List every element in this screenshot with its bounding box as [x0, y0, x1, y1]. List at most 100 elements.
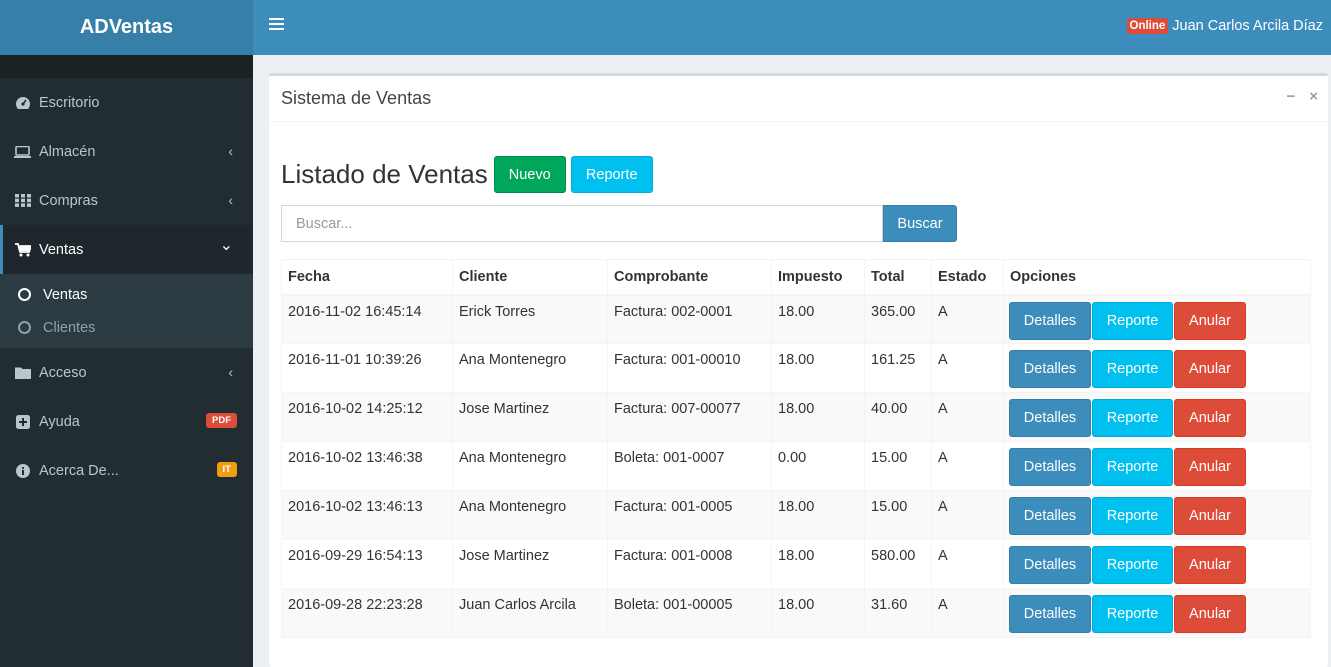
sidebar-item-label: Ayuda	[39, 413, 80, 430]
cell-cliente: Jose Martinez	[452, 539, 608, 589]
search-button[interactable]: Buscar	[883, 205, 957, 242]
submenu-item-label: Ventas	[43, 286, 88, 303]
minimize-icon[interactable]: −	[1286, 88, 1295, 105]
column-header[interactable]: Total	[864, 259, 932, 296]
submenu-item-ventas[interactable]: Ventas	[0, 278, 253, 311]
table-body: 2016-11-02 16:45:14 Erick Torres Factura: …	[281, 294, 1311, 638]
submenu-item-label: Clientes	[43, 319, 96, 336]
details-button[interactable]: Detalles	[1009, 448, 1091, 486]
search-form: Buscar	[281, 205, 957, 242]
column-header[interactable]: Cliente	[452, 259, 608, 296]
cancel-button[interactable]: Anular	[1174, 399, 1246, 437]
details-button[interactable]: Detalles	[1009, 546, 1091, 584]
cell-fecha: 2016-10-02 14:25:12	[281, 392, 453, 442]
ventas-submenu: Ventas Clientes	[0, 274, 253, 348]
details-button[interactable]: Detalles	[1009, 350, 1091, 388]
brand-logo[interactable]: ADVentas	[0, 0, 253, 55]
cell-comprobante: Factura: 007-00077	[607, 392, 772, 442]
column-header[interactable]: Estado	[931, 259, 1004, 296]
sidebar-item-acerca-de[interactable]: Acerca De... IT	[0, 446, 253, 495]
sidebar-item-label: Acceso	[39, 364, 87, 381]
cell-comprobante: Factura: 001-0008	[607, 539, 772, 589]
cell-total: 31.60	[864, 588, 932, 638]
cell-total: 15.00	[864, 441, 932, 491]
table-row: 2016-09-29 16:54:13 Jose Martinez Factura:…	[281, 539, 1311, 589]
cell-fecha: 2016-10-02 13:46:38	[281, 441, 453, 491]
grid-icon	[14, 194, 31, 208]
plus-square-icon	[14, 414, 31, 429]
cell-impuesto: 18.00	[771, 343, 865, 393]
cancel-button[interactable]: Anular	[1174, 350, 1246, 388]
sidebar-item-label: Almacén	[39, 143, 96, 160]
search-input[interactable]	[281, 205, 883, 242]
sidebar-item-escritorio[interactable]: Escritorio	[0, 78, 253, 127]
column-header[interactable]: Comprobante	[607, 259, 772, 296]
user-name: Juan Carlos Arcila Díaz	[1172, 18, 1323, 34]
column-header[interactable]: Impuesto	[771, 259, 865, 296]
cell-total: 365.00	[864, 294, 932, 344]
cell-comprobante: Boleta: 001-00005	[607, 588, 772, 638]
circle-icon	[18, 321, 31, 334]
cell-opciones: Detalles Reporte Anular	[1003, 441, 1311, 491]
info-icon	[14, 463, 31, 478]
details-button[interactable]: Detalles	[1009, 497, 1091, 535]
cell-fecha: 2016-09-28 22:23:28	[281, 588, 453, 638]
sidebar-item-ayuda[interactable]: Ayuda PDF	[0, 397, 253, 446]
top-navbar: Online Juan Carlos Arcila Díaz	[253, 0, 1331, 55]
cell-opciones: Detalles Reporte Anular	[1003, 490, 1311, 540]
details-button[interactable]: Detalles	[1009, 301, 1091, 340]
page-title: Listado de Ventas	[281, 159, 488, 189]
row-report-button[interactable]: Reporte	[1092, 595, 1173, 633]
details-button[interactable]: Detalles	[1009, 399, 1091, 437]
cell-impuesto: 18.00	[771, 539, 865, 589]
cell-estado: A	[931, 588, 1004, 638]
submenu-item-clientes[interactable]: Clientes	[0, 311, 253, 344]
cell-comprobante: Factura: 002-0001	[607, 294, 772, 344]
sidebar-item-ventas[interactable]: Ventas ⌄	[0, 225, 253, 274]
cancel-button[interactable]: Anular	[1174, 301, 1246, 340]
column-header[interactable]: Fecha	[281, 259, 453, 296]
sidebar-toggle-icon[interactable]	[269, 18, 284, 32]
cell-estado: A	[931, 294, 1004, 344]
sidebar-item-compras[interactable]: Compras ‹	[0, 176, 253, 225]
close-icon[interactable]: ×	[1309, 88, 1318, 105]
table-header-row: Fecha Cliente Comprobante Impuesto Total…	[281, 259, 1311, 296]
sidebar-item-almacen[interactable]: Almacén ‹	[0, 127, 253, 176]
sidebar-item-acceso[interactable]: Acceso ‹	[0, 348, 253, 397]
cancel-button[interactable]: Anular	[1174, 546, 1246, 584]
cancel-button[interactable]: Anular	[1174, 497, 1246, 535]
cell-cliente: Jose Martinez	[452, 392, 608, 442]
row-report-button[interactable]: Reporte	[1092, 448, 1173, 486]
cell-opciones: Detalles Reporte Anular	[1003, 539, 1311, 589]
circle-icon	[18, 288, 31, 301]
report-button[interactable]: Reporte	[570, 156, 653, 193]
cell-impuesto: 18.00	[771, 588, 865, 638]
sidebar-item-label: Acerca De...	[39, 462, 119, 479]
column-header[interactable]: Opciones	[1003, 259, 1311, 296]
row-report-button[interactable]: Reporte	[1092, 497, 1173, 535]
cell-opciones: Detalles Reporte Anular	[1003, 588, 1311, 638]
cell-cliente: Ana Montenegro	[452, 441, 608, 491]
cell-estado: A	[931, 343, 1004, 393]
row-report-button[interactable]: Reporte	[1092, 399, 1173, 437]
laptop-icon	[14, 145, 31, 159]
cancel-button[interactable]: Anular	[1174, 448, 1246, 486]
cell-cliente: Erick Torres	[452, 294, 608, 344]
row-report-button[interactable]: Reporte	[1092, 301, 1173, 340]
sidebar: Escritorio Almacén ‹ Compras ‹ Ventas ⌄ …	[0, 55, 253, 667]
cell-impuesto: 18.00	[771, 392, 865, 442]
cart-icon	[14, 242, 31, 257]
sidebar-item-label: Compras	[39, 192, 98, 209]
cell-fecha: 2016-11-01 10:39:26	[281, 343, 453, 393]
sidebar-item-label: Escritorio	[39, 94, 100, 111]
chevron-down-icon: ⌄	[219, 237, 233, 254]
row-report-button[interactable]: Reporte	[1092, 546, 1173, 584]
details-button[interactable]: Detalles	[1009, 595, 1091, 633]
row-report-button[interactable]: Reporte	[1092, 350, 1173, 388]
user-menu[interactable]: Online Juan Carlos Arcila Díaz	[1126, 18, 1323, 34]
new-button[interactable]: Nuevo	[493, 156, 566, 193]
cell-cliente: Ana Montenegro	[452, 490, 608, 540]
cell-impuesto: 18.00	[771, 490, 865, 540]
cell-cliente: Ana Montenegro	[452, 343, 608, 393]
cancel-button[interactable]: Anular	[1174, 595, 1246, 633]
